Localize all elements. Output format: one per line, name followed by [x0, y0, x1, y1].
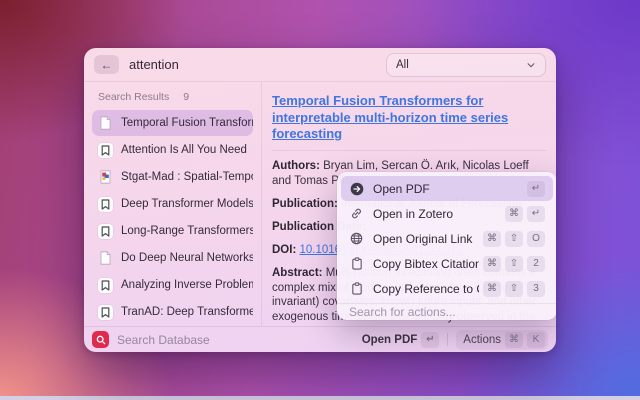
- database-search-input[interactable]: [117, 333, 362, 347]
- document-icon: [98, 251, 113, 266]
- clipboard-icon: [349, 256, 364, 271]
- bookmark-icon: [98, 197, 113, 212]
- menu-item-label: Open Original Link: [373, 232, 479, 246]
- key-cmd: ⌘: [505, 206, 523, 222]
- actions-search-row: [337, 303, 556, 320]
- bookmark-icon: [98, 224, 113, 239]
- primary-action-button[interactable]: Open PDF ↵: [362, 332, 440, 348]
- bookmark-icon: [98, 305, 113, 320]
- globe-icon: [349, 231, 364, 246]
- key-cmd: ⌘: [483, 231, 501, 247]
- snapshot-icon: [98, 170, 113, 185]
- menu-item-open-in-zotero[interactable]: Open in Zotero ⌘ ↵: [341, 201, 553, 226]
- list-item[interactable]: Attention Is All You Need: [92, 137, 253, 163]
- list-item-label: Attention Is All You Need: [121, 144, 247, 156]
- menu-item-open-pdf[interactable]: Open PDF ↵: [341, 176, 553, 201]
- zotero-search-app-icon: [92, 331, 109, 348]
- section-header: Search Results 9: [92, 89, 253, 110]
- key-cmd: ⌘: [505, 332, 523, 348]
- key-cmd: ⌘: [483, 256, 501, 272]
- key-shift: ⇧: [505, 231, 523, 247]
- section-count: 9: [183, 91, 189, 103]
- list-item[interactable]: Stgat-Mad : Spatial-Temporal Gr...: [92, 164, 253, 190]
- filter-dropdown-value: All: [396, 59, 526, 71]
- search-icon: [96, 335, 106, 345]
- key-digit: 3: [527, 281, 545, 297]
- publication-label: Publication:: [272, 198, 338, 210]
- link-icon: [349, 206, 364, 221]
- list-item-label: TranAD: Deep Transformer Net...: [121, 306, 253, 318]
- chevron-down-icon: [526, 60, 536, 70]
- back-arrow-icon: ←: [101, 58, 113, 72]
- abstract-label: Abstract:: [272, 267, 322, 279]
- menu-item-label: Copy Reference to Clipboard: [373, 282, 479, 296]
- key-shift: ⇧: [505, 281, 523, 297]
- list-item[interactable]: Analyzing Inverse Problems with...: [92, 272, 253, 298]
- primary-action-label: Open PDF: [362, 334, 418, 346]
- actions-search-input[interactable]: [349, 305, 545, 319]
- paper-title-link[interactable]: Temporal Fusion Transformers for interpr…: [272, 93, 546, 143]
- wallpaper-bottom-strip: [0, 396, 640, 400]
- list-item[interactable]: Long-Range Transformers for D...: [92, 218, 253, 244]
- actions-menu: Open PDF ↵ Open in Zotero ⌘ ↵ Open Origi…: [337, 172, 556, 320]
- list-item[interactable]: Do Deep Neural Networks Contr...: [92, 245, 253, 271]
- window-header: ← All: [84, 48, 556, 82]
- list-item-label: Deep Transformer Models for Ti...: [121, 198, 253, 210]
- list-item-label: Temporal Fusion Transformers f...: [121, 117, 253, 129]
- doi-label: DOI:: [272, 244, 296, 256]
- clipboard-icon: [349, 281, 364, 296]
- key-digit: 2: [527, 256, 545, 272]
- menu-item-copy-reference[interactable]: Copy Reference to Clipboard ⌘ ⇧ 3: [341, 276, 553, 301]
- search-results-list: Search Results 9 Temporal Fusion Transfo…: [84, 82, 262, 326]
- footer-divider: [447, 333, 448, 346]
- document-icon: [98, 116, 113, 131]
- section-title: Search Results: [98, 91, 169, 103]
- list-item[interactable]: Temporal Fusion Transformers f...: [92, 110, 253, 136]
- list-item-label: Long-Range Transformers for D...: [121, 225, 253, 237]
- key-return: ↵: [421, 332, 439, 348]
- window-footer: Open PDF ↵ Actions ⌘ K: [84, 326, 556, 352]
- key-letter: O: [527, 231, 545, 247]
- menu-item-label: Copy Bibtex Citation Key: [373, 257, 479, 271]
- key-letter: K: [527, 332, 545, 348]
- key-return: ↵: [527, 206, 545, 222]
- authors-label: Authors:: [272, 160, 320, 172]
- raycast-window: ← All Search Results 9 Temporal Fusion T…: [84, 48, 556, 352]
- filter-dropdown[interactable]: All: [386, 53, 546, 77]
- menu-item-copy-bibtex[interactable]: Copy Bibtex Citation Key ⌘ ⇧ 2: [341, 251, 553, 276]
- back-button[interactable]: ←: [94, 55, 119, 74]
- menu-item-open-original-link[interactable]: Open Original Link ⌘ ⇧ O: [341, 226, 553, 251]
- list-item[interactable]: Deep Transformer Models for Ti...: [92, 191, 253, 217]
- menu-item-label: Open PDF: [373, 182, 523, 196]
- arrow-right-circle-icon: [349, 181, 364, 196]
- key-return: ↵: [527, 181, 545, 197]
- bookmark-icon: [98, 143, 113, 158]
- divider: [272, 150, 546, 151]
- list-item[interactable]: TranAD: Deep Transformer Net...: [92, 299, 253, 325]
- list-item-label: Analyzing Inverse Problems with...: [121, 279, 253, 291]
- list-item-label: Stgat-Mad : Spatial-Temporal Gr...: [121, 171, 253, 183]
- actions-button[interactable]: Actions ⌘ K: [456, 330, 548, 350]
- key-shift: ⇧: [505, 256, 523, 272]
- list-item-label: Do Deep Neural Networks Contr...: [121, 252, 253, 264]
- bookmark-icon: [98, 278, 113, 293]
- key-cmd: ⌘: [483, 281, 501, 297]
- query-input[interactable]: [129, 57, 386, 72]
- menu-item-label: Open in Zotero: [373, 207, 501, 221]
- actions-button-label: Actions: [463, 334, 501, 346]
